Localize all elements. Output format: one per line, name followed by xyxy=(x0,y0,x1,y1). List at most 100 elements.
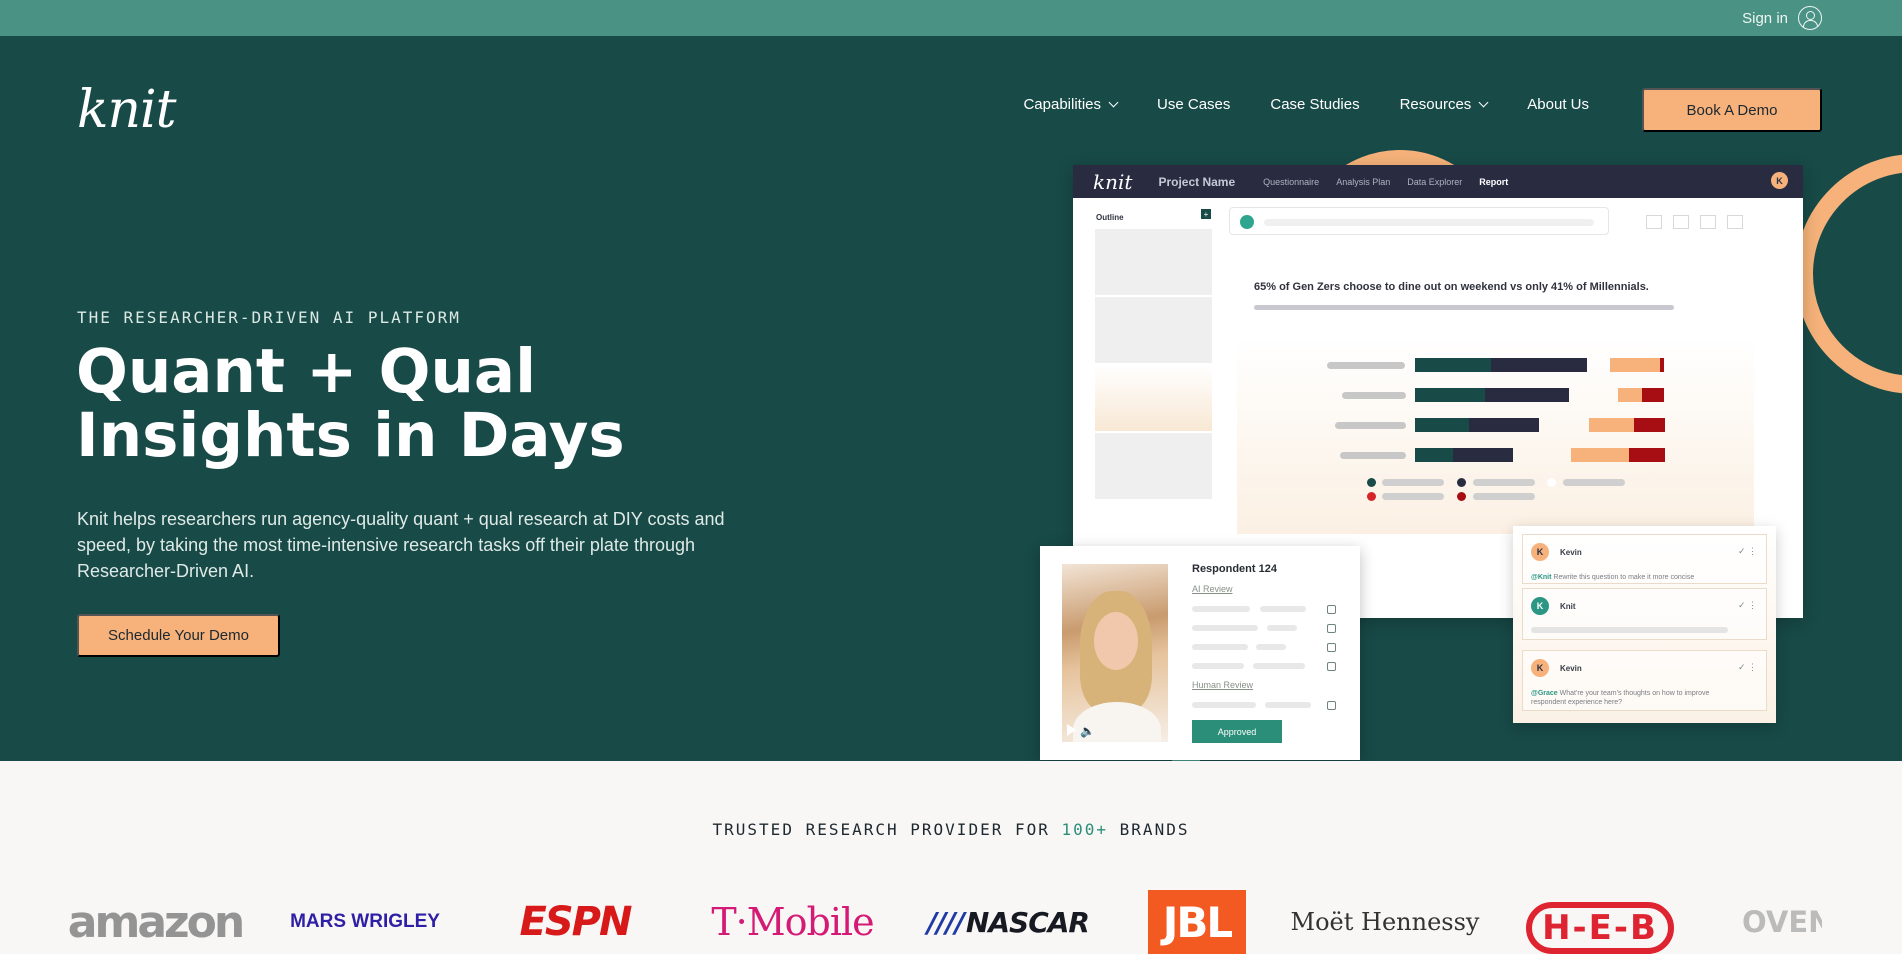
volume-icon: 🔈 xyxy=(1080,724,1095,738)
nav-label: About Us xyxy=(1527,96,1589,113)
review-line xyxy=(1256,644,1286,650)
brand-logo-t-mobile: T·Mobile xyxy=(711,900,874,944)
comments-panel: K Kevin ✓ ⋮ @Knit Rewrite this question … xyxy=(1513,526,1776,723)
chart-row-label xyxy=(1327,362,1405,369)
stacked-bar-segment xyxy=(1485,388,1569,402)
legend-label-line xyxy=(1563,479,1625,486)
toolbar-icon xyxy=(1727,215,1743,229)
play-icon xyxy=(1067,724,1076,736)
outline-card xyxy=(1095,229,1212,295)
legend-dot xyxy=(1367,492,1376,501)
stacked-bar-segment xyxy=(1629,448,1665,462)
brand-logo-espn: ESPN xyxy=(519,899,633,945)
nav-about-us[interactable]: About Us xyxy=(1527,96,1589,113)
respondent-title: Respondent 124 xyxy=(1192,563,1277,575)
stacked-bar-segment xyxy=(1415,358,1491,372)
sign-in-link[interactable]: Sign in xyxy=(1742,6,1822,30)
legend-label-line xyxy=(1382,479,1444,486)
stacked-bar-segment xyxy=(1415,418,1469,432)
mockup-tab-questionnaire: Questionnaire xyxy=(1263,176,1320,187)
user-circle-icon xyxy=(1798,6,1822,30)
legend-dot xyxy=(1367,478,1376,487)
review-line xyxy=(1192,663,1244,669)
legend-label-line xyxy=(1382,493,1444,500)
decorative-peach-arc xyxy=(1795,154,1902,394)
nav-label: Capabilities xyxy=(1023,96,1102,113)
search-placeholder-line xyxy=(1264,219,1594,226)
comment-author: Kevin xyxy=(1560,664,1582,673)
stacked-bar-segment xyxy=(1634,418,1665,432)
nav-resources[interactable]: Resources xyxy=(1400,96,1489,113)
review-line xyxy=(1265,702,1311,708)
trusted-prefix: TRUSTED RESEARCH PROVIDER FOR xyxy=(712,820,1062,839)
loading-response-line xyxy=(1531,627,1728,633)
schedule-demo-button[interactable]: Schedule Your Demo xyxy=(77,614,280,657)
headline-underline xyxy=(1254,305,1674,310)
toolbar-icon xyxy=(1673,215,1689,229)
trusted-brands-heading: TRUSTED RESEARCH PROVIDER FOR 100+ BRAND… xyxy=(0,820,1902,839)
brand-logo-oven: OVEN xyxy=(1742,905,1822,939)
mockup-tab-report: Report xyxy=(1479,176,1509,187)
add-icon: + xyxy=(1201,209,1211,219)
main-navigation: Capabilities Use Cases Case Studies Reso… xyxy=(1023,96,1589,113)
outline-label: Outline xyxy=(1096,213,1124,222)
brand-logo-nascar: NASCAR xyxy=(938,890,1090,954)
comment-actions: ✓ ⋮ xyxy=(1737,546,1757,556)
toolbar-icon xyxy=(1700,215,1716,229)
report-headline: 65% of Gen Zers choose to dine out on we… xyxy=(1254,281,1649,293)
comment-author: Knit xyxy=(1560,602,1576,611)
legend-label-line xyxy=(1473,479,1535,486)
review-line xyxy=(1192,644,1248,650)
nav-capabilities[interactable]: Capabilities xyxy=(1023,96,1119,113)
stacked-bar-segment xyxy=(1415,448,1453,462)
comment-text: @Knit Rewrite this question to make it m… xyxy=(1531,573,1741,582)
sign-in-label: Sign in xyxy=(1742,9,1788,27)
chart-row-label xyxy=(1342,392,1406,399)
stacked-bar-segment xyxy=(1610,358,1660,372)
review-line xyxy=(1267,625,1297,631)
hero-title-line-1: Quant + Qual xyxy=(76,336,536,407)
respondent-video-thumbnail: 🔈 xyxy=(1062,564,1168,742)
brand-logo-amazon: amazon xyxy=(67,896,245,948)
book-demo-button[interactable]: Book A Demo xyxy=(1642,88,1822,132)
nav-use-cases[interactable]: Use Cases xyxy=(1157,96,1230,113)
hero-description: Knit helps researchers run agency-qualit… xyxy=(77,509,725,581)
comment-body: What're your team's thoughts on how to i… xyxy=(1531,690,1710,706)
legend-dot xyxy=(1457,478,1466,487)
mockup-search-bar xyxy=(1229,207,1609,235)
stacked-bar-segment xyxy=(1618,388,1642,402)
mockup-header: knit Project Name Questionnaire Analysis… xyxy=(1073,165,1803,198)
stacked-bar-segment xyxy=(1642,388,1664,402)
checkbox-icon xyxy=(1327,624,1336,633)
mockup-logo: knit xyxy=(1093,169,1133,194)
human-review-label: Human Review xyxy=(1192,680,1254,690)
chart-row-label xyxy=(1335,422,1406,429)
report-card: 65% of Gen Zers choose to dine out on we… xyxy=(1237,254,1754,534)
comment-card: K Kevin ✓ ⋮ @Grace What're your team's t… xyxy=(1522,650,1767,711)
mention: @Knit xyxy=(1531,574,1552,581)
brand-logo-mars-wrigley: MARS WRIGLEY xyxy=(290,911,440,932)
chevron-down-icon xyxy=(1478,97,1489,108)
outline-card xyxy=(1095,365,1212,431)
avatar: K xyxy=(1531,543,1549,561)
trusted-suffix: BRANDS xyxy=(1108,820,1190,839)
toolbar-icon xyxy=(1646,215,1662,229)
knit-logo[interactable]: knit xyxy=(77,84,177,136)
stacked-bar-segment xyxy=(1589,418,1634,432)
chart-row-label xyxy=(1340,452,1406,459)
comment-body: Rewrite this question to make it more co… xyxy=(1553,574,1695,581)
mention: @Grace xyxy=(1531,690,1558,697)
nav-case-studies[interactable]: Case Studies xyxy=(1270,96,1359,113)
ai-review-label: AI Review xyxy=(1192,584,1233,594)
stacked-bar-segment xyxy=(1453,448,1513,462)
checkbox-icon xyxy=(1327,662,1336,671)
review-line xyxy=(1253,663,1305,669)
stacked-bar-segment xyxy=(1660,358,1664,372)
respondent-review-card: 🔈 Respondent 124 AI Review Human Review … xyxy=(1040,546,1360,760)
review-line xyxy=(1192,625,1258,631)
hero-eyebrow: THE RESEARCHER-DRIVEN AI PLATFORM xyxy=(77,308,461,327)
comment-actions: ✓ ⋮ xyxy=(1737,662,1757,672)
stacked-bar-segment xyxy=(1491,358,1587,372)
legend-dot xyxy=(1457,492,1466,501)
approved-status-badge: Approved xyxy=(1192,720,1282,743)
